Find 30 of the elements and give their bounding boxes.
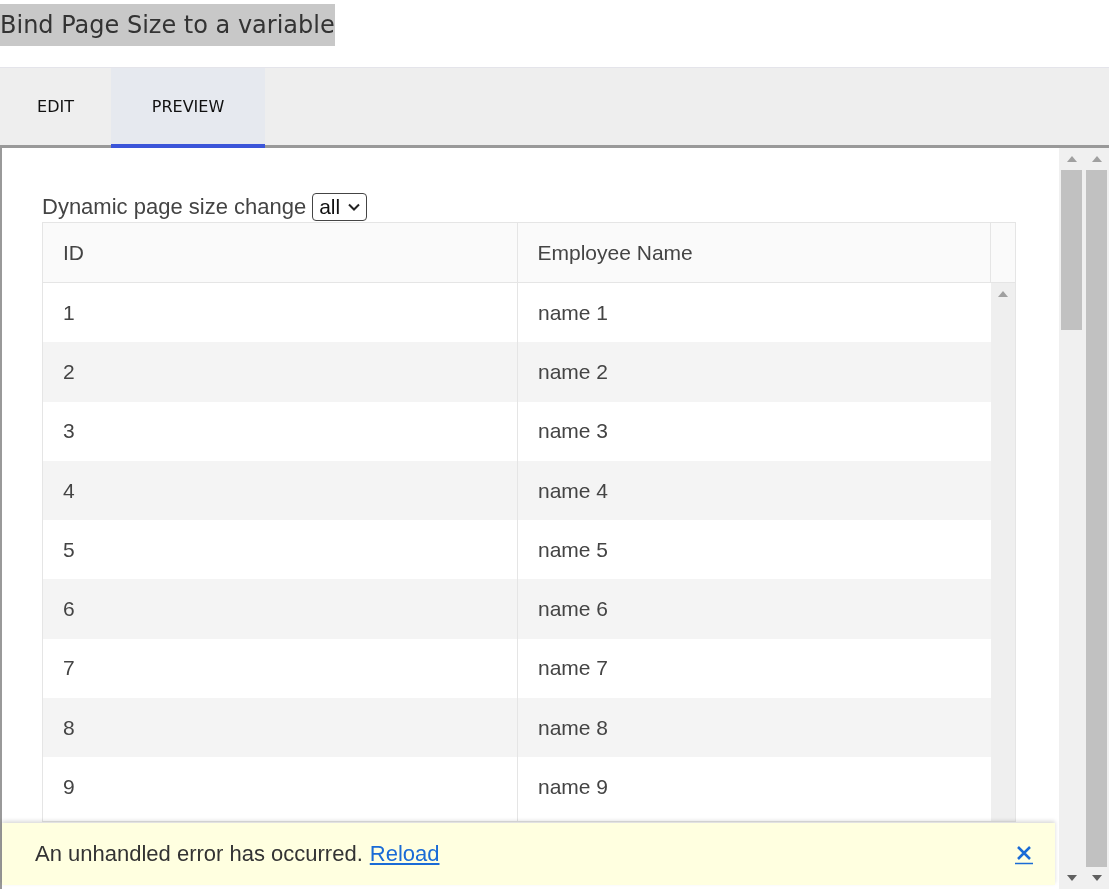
chevron-down-icon <box>348 203 361 211</box>
scroll-up-icon[interactable] <box>1066 156 1077 162</box>
table-cell-text: 1 <box>62 299 76 326</box>
reload-link[interactable]: Reload <box>369 841 440 867</box>
table-cell-text: 4 <box>62 477 76 504</box>
table-cell-text: 8 <box>62 714 76 741</box>
column-header: Employee Name <box>516 223 991 282</box>
table-cell-text: 2 <box>62 358 76 385</box>
table-cell-text: 9 <box>62 774 76 800</box>
column-header: ID <box>62 239 85 266</box>
scrollbar-thumb[interactable] <box>1061 170 1082 330</box>
table-cell-text: 3 <box>62 418 76 445</box>
scroll-down-icon[interactable] <box>1066 875 1077 881</box>
table-cell-text: 6 <box>62 596 76 623</box>
page-title: Bind Page Size to a variable <box>0 4 335 46</box>
scroll-up-icon[interactable] <box>1091 156 1102 162</box>
scroll-up-icon[interactable] <box>998 291 1008 297</box>
scrollbar-thumb[interactable] <box>1086 170 1107 867</box>
scroll-down-icon[interactable] <box>1091 875 1102 881</box>
page-size-label: Dynamic page size change <box>42 194 307 220</box>
tab[interactable]: PREVIEW <box>111 68 265 148</box>
scrollbar[interactable] <box>1084 148 1109 889</box>
page-size-dropdown[interactable]: all <box>312 193 368 221</box>
tab[interactable]: EDIT <box>0 68 111 148</box>
close-icon[interactable] <box>1015 845 1035 865</box>
scrollbar[interactable] <box>1059 148 1084 889</box>
error-message: An unhandled error has occurred. <box>35 841 363 867</box>
table-cell-text: 5 <box>62 536 76 563</box>
table-cell-text: 7 <box>62 655 76 682</box>
table-scrollbar[interactable] <box>991 283 1015 821</box>
